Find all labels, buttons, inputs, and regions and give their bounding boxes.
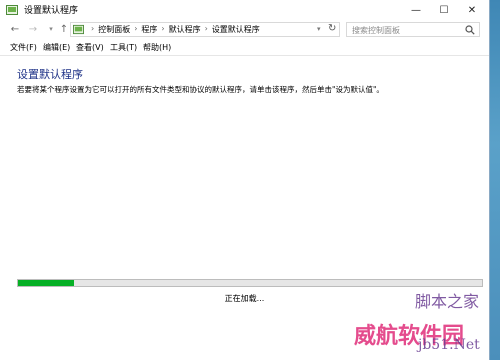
menu-file[interactable]: 文件(F) bbox=[10, 42, 37, 53]
breadcrumb-item-set-default-programs[interactable]: 设置默认程序 bbox=[212, 24, 260, 35]
menu-tools[interactable]: 工具(T) bbox=[110, 42, 137, 53]
watermark-text: jb51.Net bbox=[418, 337, 480, 353]
main-content: 设置默认程序 若要将某个程序设置为它可以打开的所有文件类型和协议的默认程序，请单… bbox=[0, 56, 489, 360]
forward-arrow-icon[interactable]: → bbox=[26, 22, 40, 36]
control-panel-icon bbox=[6, 5, 18, 15]
watermark-text: 脚本之家 bbox=[415, 292, 480, 311]
minimize-button[interactable]: — bbox=[402, 0, 430, 20]
breadcrumb: › 控制面板 › 程序 › 默认程序 › 设置默认程序 bbox=[87, 24, 260, 35]
search-placeholder: 搜索控制面板 bbox=[352, 26, 400, 35]
search-input[interactable]: 搜索控制面板 bbox=[346, 22, 480, 37]
desktop-background bbox=[490, 0, 500, 360]
maximize-button[interactable]: ☐ bbox=[430, 0, 458, 20]
menu-edit[interactable]: 编辑(E) bbox=[43, 42, 70, 53]
breadcrumb-separator-icon[interactable]: › bbox=[91, 24, 94, 35]
loading-progress-bar bbox=[17, 279, 483, 287]
navigation-bar: ← → ▾ ↑ › 控制面板 › 程序 › 默认程序 › 设置默认程序 ▾ ↻ … bbox=[0, 20, 489, 40]
refresh-icon[interactable]: ↻ bbox=[328, 23, 336, 34]
control-panel-icon bbox=[73, 24, 84, 35]
recent-locations-chevron-icon[interactable]: ▾ bbox=[44, 22, 58, 36]
window-title: 设置默认程序 bbox=[24, 6, 79, 16]
menu-view[interactable]: 查看(V) bbox=[76, 42, 104, 53]
search-icon[interactable] bbox=[465, 25, 475, 35]
progress-fill bbox=[18, 280, 74, 286]
address-dropdown-chevron-icon[interactable]: ▾ bbox=[317, 25, 321, 33]
address-bar[interactable]: › 控制面板 › 程序 › 默认程序 › 设置默认程序 ▾ ↻ bbox=[70, 22, 340, 37]
breadcrumb-item-programs[interactable]: 程序 bbox=[141, 24, 157, 35]
menu-help[interactable]: 帮助(H) bbox=[143, 42, 171, 53]
title-bar[interactable]: 设置默认程序 — ☐ ✕ bbox=[0, 0, 489, 20]
breadcrumb-separator-icon[interactable]: › bbox=[161, 24, 164, 35]
breadcrumb-separator-icon[interactable]: › bbox=[205, 24, 208, 35]
breadcrumb-item-default-programs[interactable]: 默认程序 bbox=[169, 24, 201, 35]
page-title: 设置默认程序 bbox=[17, 68, 83, 81]
menu-bar: 文件(F) 编辑(E) 查看(V) 工具(T) 帮助(H) bbox=[0, 41, 489, 56]
breadcrumb-item-control-panel[interactable]: 控制面板 bbox=[98, 24, 130, 35]
page-description: 若要将某个程序设置为它可以打开的所有文件类型和协议的默认程序，请单击该程序，然后… bbox=[17, 85, 384, 94]
up-arrow-icon[interactable]: ↑ bbox=[57, 22, 71, 36]
back-arrow-icon[interactable]: ← bbox=[8, 22, 22, 36]
breadcrumb-separator-icon[interactable]: › bbox=[134, 24, 137, 35]
close-button[interactable]: ✕ bbox=[458, 0, 486, 20]
